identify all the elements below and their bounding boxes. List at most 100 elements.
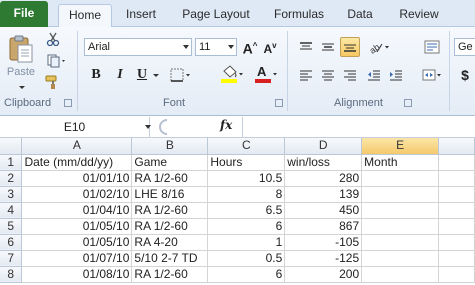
cell-a[interactable]: 01/02/10 bbox=[21, 186, 133, 203]
cell-d[interactable]: 280 bbox=[284, 170, 363, 187]
cell-a[interactable]: 01/05/10 bbox=[21, 234, 133, 251]
wrap-text-button[interactable] bbox=[420, 37, 444, 57]
cell-d[interactable]: -125 bbox=[284, 250, 363, 267]
cell-a[interactable]: 01/08/10 bbox=[21, 266, 133, 283]
orientation-button[interactable]: ab bbox=[366, 37, 392, 57]
fill-color-button[interactable] bbox=[218, 63, 246, 85]
cell-f[interactable] bbox=[438, 170, 475, 187]
row-header[interactable]: 2 bbox=[0, 170, 23, 187]
align-right-button[interactable] bbox=[340, 65, 360, 85]
insert-function-icon[interactable]: fx bbox=[220, 118, 232, 132]
align-middle-button[interactable] bbox=[318, 37, 338, 57]
cell-e[interactable] bbox=[361, 234, 440, 251]
cell-f[interactable] bbox=[438, 234, 475, 251]
alignment-launcher-icon[interactable] bbox=[404, 99, 412, 107]
cell-d[interactable]: 867 bbox=[284, 218, 363, 235]
cell-c[interactable]: 6 bbox=[207, 218, 286, 235]
cell-b[interactable]: Game bbox=[131, 154, 209, 171]
cell-b[interactable]: LHE 8/16 bbox=[131, 186, 209, 203]
currency-button[interactable]: $ bbox=[455, 65, 475, 85]
column-header-a[interactable]: A bbox=[21, 138, 133, 155]
cell-c[interactable]: 10.5 bbox=[207, 170, 286, 187]
chevron-down-icon[interactable] bbox=[153, 74, 159, 77]
underline-button[interactable]: U bbox=[133, 65, 151, 85]
name-box[interactable]: E10 bbox=[0, 117, 150, 137]
cell-f[interactable] bbox=[438, 250, 475, 267]
cell-f[interactable] bbox=[438, 218, 475, 235]
column-header-b[interactable]: B bbox=[131, 138, 209, 155]
align-left-button[interactable] bbox=[296, 65, 316, 85]
cell-b[interactable]: 5/10 2-7 TD bbox=[131, 250, 209, 267]
cell-a[interactable]: 01/07/10 bbox=[21, 250, 133, 267]
borders-button[interactable] bbox=[168, 65, 194, 85]
column-header-f[interactable] bbox=[438, 138, 475, 155]
tab-insert[interactable]: Insert bbox=[118, 4, 164, 27]
cell-c[interactable]: 1 bbox=[207, 234, 286, 251]
cell-b[interactable]: RA 1/2-60 bbox=[131, 170, 209, 187]
cell-a[interactable]: 01/04/10 bbox=[21, 202, 133, 219]
column-header-d[interactable]: D bbox=[284, 138, 363, 155]
align-top-button[interactable] bbox=[296, 37, 316, 57]
cell-b[interactable]: RA 1/2-60 bbox=[131, 266, 209, 283]
cell-d[interactable]: 450 bbox=[284, 202, 363, 219]
font-launcher-icon[interactable] bbox=[275, 99, 283, 107]
row-header[interactable]: 4 bbox=[0, 202, 23, 219]
cell-c[interactable]: 6 bbox=[207, 266, 286, 283]
cell-f[interactable] bbox=[438, 154, 475, 171]
row-header[interactable]: 6 bbox=[0, 234, 23, 251]
chevron-down-icon[interactable] bbox=[145, 125, 151, 129]
cell-b[interactable]: RA 4-20 bbox=[131, 234, 209, 251]
row-header[interactable]: 5 bbox=[0, 218, 23, 235]
cell-e[interactable] bbox=[361, 250, 440, 267]
format-painter-button[interactable] bbox=[42, 73, 64, 91]
row-header[interactable]: 8 bbox=[0, 266, 23, 283]
decrease-indent-button[interactable] bbox=[364, 65, 384, 85]
bold-button[interactable]: B bbox=[87, 65, 105, 85]
cell-d[interactable]: 200 bbox=[284, 266, 363, 283]
cell-e[interactable] bbox=[361, 218, 440, 235]
align-bottom-button[interactable] bbox=[340, 37, 360, 57]
paste-button[interactable]: Paste bbox=[4, 31, 38, 93]
cell-e[interactable] bbox=[361, 170, 440, 187]
cell-c[interactable]: 8 bbox=[207, 186, 286, 203]
clipboard-launcher-icon[interactable] bbox=[64, 99, 72, 107]
column-header-c[interactable]: C bbox=[207, 138, 286, 155]
cell-d[interactable]: -105 bbox=[284, 234, 363, 251]
cell-e[interactable] bbox=[361, 202, 440, 219]
cell-c[interactable]: 0.5 bbox=[207, 250, 286, 267]
italic-button[interactable]: I bbox=[111, 65, 129, 85]
formula-input[interactable] bbox=[242, 117, 475, 137]
font-color-button[interactable]: A bbox=[252, 63, 280, 85]
cell-e[interactable] bbox=[361, 186, 440, 203]
cell-a[interactable]: 01/05/10 bbox=[21, 218, 133, 235]
cell-e[interactable] bbox=[361, 266, 440, 283]
tab-data[interactable]: Data bbox=[341, 4, 379, 27]
cell-f[interactable] bbox=[438, 202, 475, 219]
merge-center-button[interactable] bbox=[420, 65, 444, 85]
tab-review[interactable]: Review bbox=[394, 4, 444, 27]
shrink-font-button[interactable]: Av bbox=[261, 37, 279, 57]
tab-formulas[interactable]: Formulas bbox=[270, 4, 328, 27]
cell-b[interactable]: RA 1/2-60 bbox=[131, 218, 209, 235]
row-header[interactable]: 7 bbox=[0, 250, 23, 267]
cell-b[interactable]: RA 1/2-60 bbox=[131, 202, 209, 219]
number-format-combo[interactable]: Ge bbox=[454, 38, 475, 56]
align-center-button[interactable] bbox=[318, 65, 338, 85]
cell-d[interactable]: win/loss bbox=[284, 154, 363, 171]
grow-font-button[interactable]: A^ bbox=[241, 37, 259, 57]
row-header[interactable]: 3 bbox=[0, 186, 23, 203]
cell-c[interactable]: 6.5 bbox=[207, 202, 286, 219]
tab-home[interactable]: Home bbox=[58, 4, 112, 27]
font-name-combo[interactable]: Arial bbox=[84, 38, 192, 56]
cell-f[interactable] bbox=[438, 186, 475, 203]
cell-c[interactable]: Hours bbox=[207, 154, 286, 171]
cell-f[interactable] bbox=[438, 266, 475, 283]
cell-a[interactable]: 01/01/10 bbox=[21, 170, 133, 187]
cell-d[interactable]: 139 bbox=[284, 186, 363, 203]
copy-button[interactable] bbox=[42, 52, 72, 70]
cell-a[interactable]: Date (mm/dd/yy) bbox=[21, 154, 133, 171]
cell-e[interactable]: Month bbox=[361, 154, 440, 171]
font-size-combo[interactable]: 11 bbox=[195, 38, 237, 56]
column-header-e[interactable]: E bbox=[361, 138, 440, 155]
tab-file[interactable]: File bbox=[0, 1, 48, 27]
